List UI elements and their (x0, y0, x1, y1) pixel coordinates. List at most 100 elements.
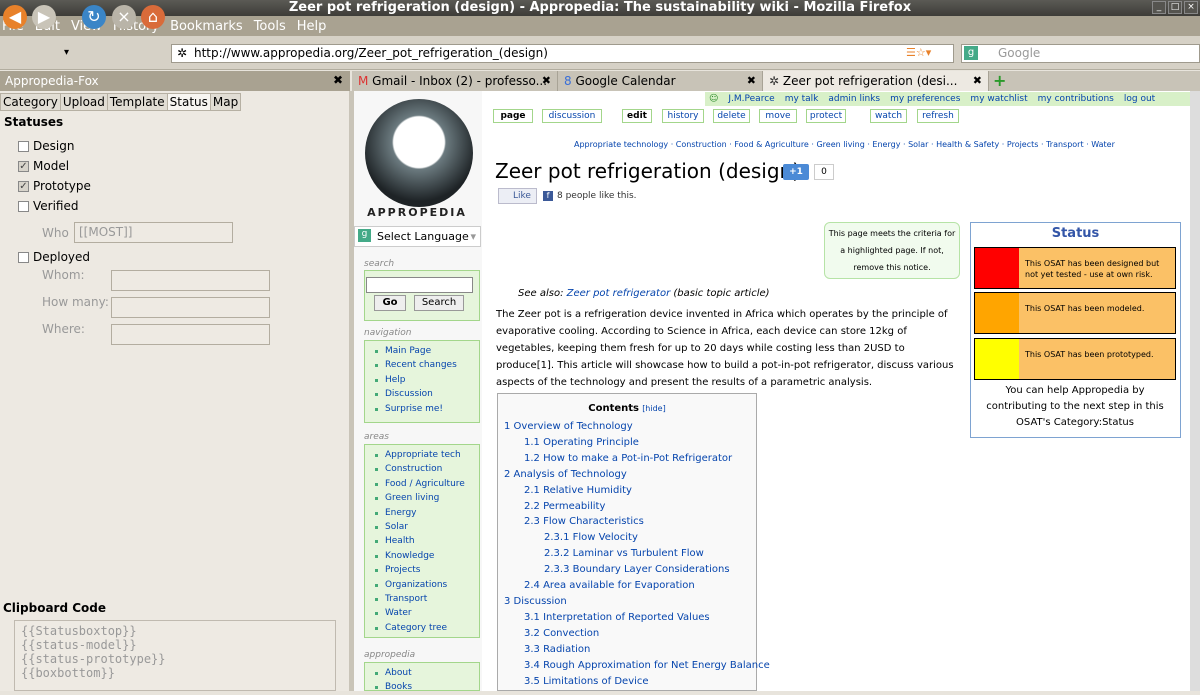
facebook-like-button[interactable]: Like (498, 188, 537, 204)
user-link[interactable]: my watchlist (970, 94, 1027, 104)
user-link[interactable]: J.M.Pearce (728, 94, 774, 104)
page-tab-history[interactable]: history (662, 109, 704, 123)
home-icon[interactable]: ⌂ (141, 5, 165, 29)
sidebar-tab-category[interactable]: Category (0, 93, 61, 111)
toc-item[interactable]: 3.3 Radiation (504, 642, 770, 658)
appropedia-link[interactable]: Books (365, 680, 479, 694)
reload-icon[interactable]: ↻ (82, 5, 106, 29)
toc-hide[interactable]: [hide] (642, 404, 666, 413)
tab-close-icon[interactable]: ✖ (973, 71, 982, 91)
status-checkbox-verified[interactable]: Verified (18, 199, 91, 213)
page-tab-edit[interactable]: edit (622, 109, 652, 123)
checkbox-mark[interactable]: ✓ (18, 160, 29, 172)
area-link[interactable]: Category tree (365, 621, 479, 635)
whom-input[interactable] (111, 270, 270, 291)
close-icon[interactable]: × (1184, 1, 1198, 14)
page-scrollbar[interactable] (1190, 91, 1200, 691)
forward-icon[interactable]: ▶ (32, 5, 56, 29)
page-tab-refresh[interactable]: refresh (917, 109, 959, 123)
area-link[interactable]: Organizations (365, 578, 479, 592)
status-checkbox-prototype[interactable]: ✓ Prototype (18, 179, 91, 193)
status-checkbox-model[interactable]: ✓ Model (18, 159, 91, 173)
sidebar-tab-template[interactable]: Template (106, 93, 168, 111)
toc-item[interactable]: 1 Overview of Technology (504, 419, 770, 435)
go-button[interactable]: Go (374, 295, 406, 311)
select-language[interactable]: Select Language ▾ (354, 226, 481, 247)
nav-link[interactable]: Surprise me! (365, 402, 479, 416)
page-tab-discussion[interactable]: discussion (542, 109, 602, 123)
where-input[interactable] (111, 324, 270, 345)
checkbox-mark[interactable] (18, 140, 29, 152)
area-link[interactable]: Water (365, 606, 479, 620)
browser-tab[interactable]: M Gmail - Inbox (2) - professo... ✖ (352, 71, 558, 91)
stop-icon[interactable]: × (112, 5, 136, 29)
menu-tools[interactable]: Tools (254, 19, 286, 34)
toc-item[interactable]: 3.5 Limitations of Device (504, 674, 770, 690)
area-link[interactable]: Appropriate tech (365, 448, 479, 462)
page-tab-move[interactable]: move (759, 109, 797, 123)
area-link[interactable]: Energy (365, 506, 479, 520)
search-input[interactable]: Google (961, 44, 1200, 63)
tab-close-icon[interactable]: ✖ (542, 71, 551, 91)
how-many-input[interactable] (111, 297, 270, 318)
close-sidebar-icon[interactable]: ✖ (333, 73, 343, 87)
maximize-icon[interactable]: □ (1168, 1, 1182, 14)
toc-item[interactable]: 3.1 Interpretation of Reported Values (504, 610, 770, 626)
google-plus-button[interactable]: +1 (783, 164, 809, 180)
minimize-icon[interactable]: _ (1152, 1, 1166, 14)
toc-item[interactable]: 3 Discussion (504, 594, 770, 610)
area-link[interactable]: Transport (365, 592, 479, 606)
clipboard-code[interactable]: {{Statusboxtop}} {{status-model}} {{status… (14, 620, 336, 691)
sidebar-splitter[interactable] (349, 91, 354, 691)
toc-item[interactable]: 3.2 Convection (504, 626, 770, 642)
toc-item[interactable]: 1.1 Operating Principle (504, 435, 770, 451)
area-link[interactable]: Projects (365, 563, 479, 577)
area-link[interactable]: Green living (365, 491, 479, 505)
area-link[interactable]: Construction (365, 462, 479, 476)
back-icon[interactable]: ◀ (3, 5, 27, 29)
toc-item[interactable]: 3.4 Rough Approximation for Net Energy B… (504, 658, 770, 674)
sidebar-tab-status[interactable]: Status (166, 93, 211, 111)
toc-item[interactable]: 2.2 Permeability (504, 499, 770, 515)
nav-link[interactable]: Recent changes (365, 358, 479, 372)
nav-link[interactable]: Discussion (365, 387, 479, 401)
user-link[interactable]: admin links (828, 94, 880, 104)
toc-item[interactable]: 2.1 Relative Humidity (504, 483, 770, 499)
google-engine-icon[interactable]: g (964, 46, 978, 60)
url-bar[interactable]: http://www.appropedia.org/Zeer_pot_refri… (171, 44, 954, 63)
browser-tab[interactable]: 8 Google Calendar ✖ (558, 71, 763, 91)
who-input[interactable]: [[MOST]] (74, 222, 233, 243)
menu-bookmarks[interactable]: Bookmarks (170, 19, 243, 34)
user-link[interactable]: my contributions (1038, 94, 1114, 104)
see-also-link[interactable]: Zeer pot refrigerator (567, 288, 671, 299)
area-link[interactable]: Health (365, 534, 479, 548)
nav-link[interactable]: Help (365, 373, 479, 387)
toc-item[interactable]: 2.3 Flow Characteristics (504, 514, 770, 530)
checkbox-mark[interactable] (18, 200, 29, 212)
sidebar-tab-upload[interactable]: Upload (59, 93, 108, 111)
deployed-checkbox[interactable]: Deployed (18, 250, 90, 264)
toc-item[interactable]: 2.3.2 Laminar vs Turbulent Flow (504, 546, 770, 562)
checkbox-mark[interactable]: ✓ (18, 180, 29, 192)
page-tab-watch[interactable]: watch (870, 109, 907, 123)
page-tab-page[interactable]: page (493, 109, 533, 123)
category-links[interactable]: Appropriate technology · Construction · … (574, 140, 1115, 149)
page-tab-protect[interactable]: protect (806, 109, 846, 123)
rss-icon[interactable]: ☰☆▾ (906, 46, 931, 59)
sidebar-tab-map[interactable]: Map (209, 93, 242, 111)
menu-help[interactable]: Help (297, 19, 327, 34)
appropedia-logo[interactable] (365, 99, 473, 207)
user-link[interactable]: log out (1124, 94, 1155, 104)
page-tab-delete[interactable]: delete (713, 109, 750, 123)
nav-link[interactable]: Main Page (365, 344, 479, 358)
toc-item[interactable]: 2 Analysis of Technology (504, 467, 770, 483)
appropedia-link[interactable]: About (365, 666, 479, 680)
browser-tab[interactable]: ✲ Zeer pot refrigeration (desi... ✖ (763, 71, 989, 91)
history-dropdown-icon[interactable]: ▾ (64, 47, 69, 58)
area-link[interactable]: Solar (365, 520, 479, 534)
user-link[interactable]: my preferences (890, 94, 960, 104)
area-link[interactable]: Knowledge (365, 549, 479, 563)
toc-item[interactable]: 1.2 How to make a Pot-in-Pot Refrigerato… (504, 451, 770, 467)
wiki-search-input[interactable] (366, 277, 473, 293)
area-link[interactable]: Food / Agriculture (365, 477, 479, 491)
